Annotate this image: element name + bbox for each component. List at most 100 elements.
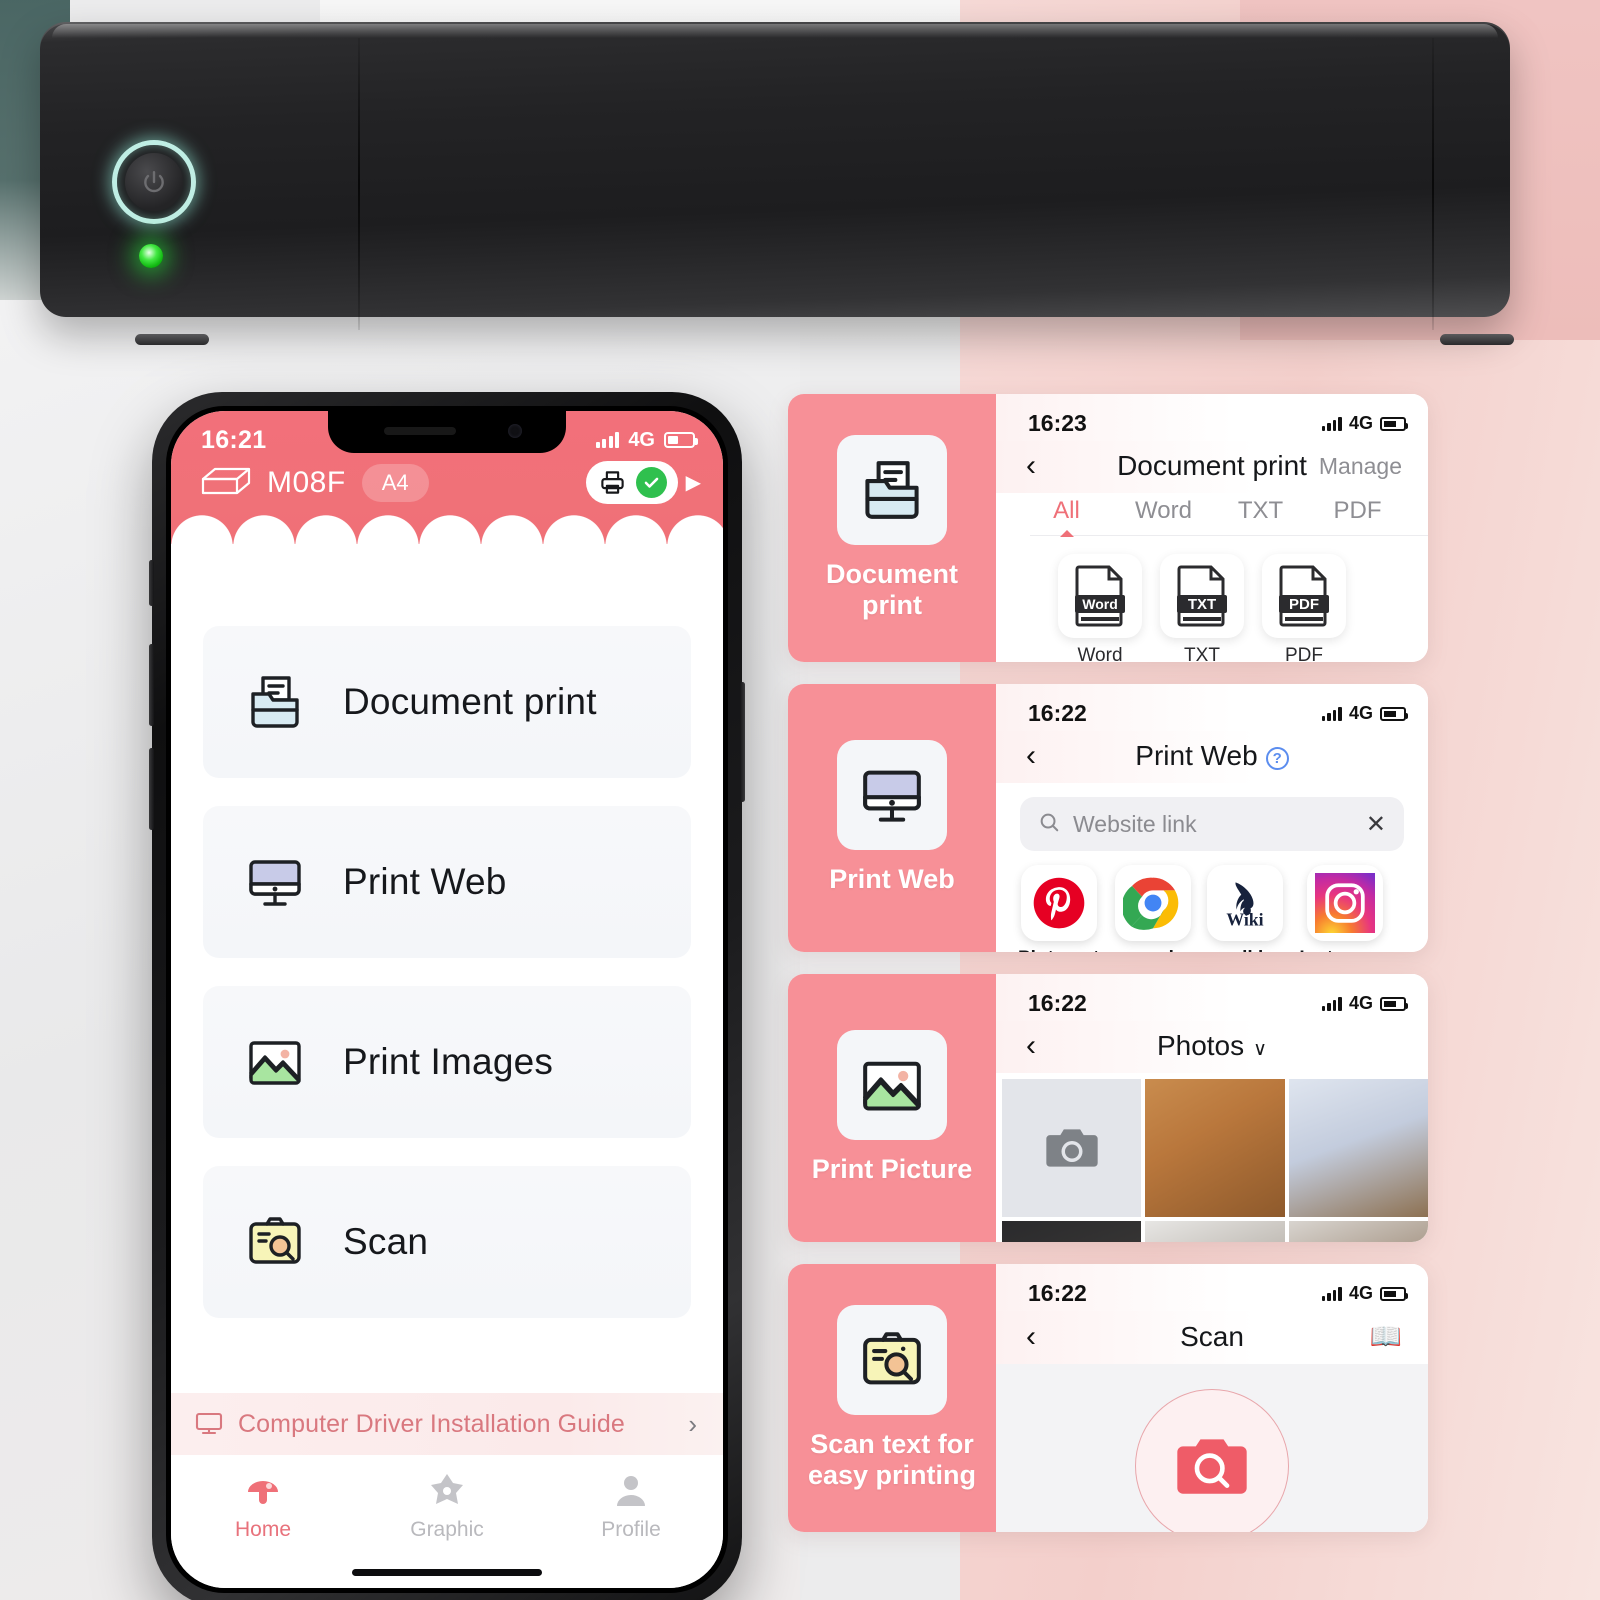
back-button[interactable]: ‹ — [1026, 451, 1056, 481]
photo-thumbnail[interactable] — [1145, 1221, 1285, 1242]
site-shortcut-wiki[interactable]: Wiki wiki — [1207, 865, 1284, 952]
card-print-picture[interactable]: Print Picture 16:22 4G ‹ Photos ∨ — [788, 974, 1428, 1242]
chevron-down-icon[interactable]: ∨ — [1253, 1039, 1267, 1060]
star-icon — [428, 1471, 466, 1509]
feature-cards: Document print 16:23 4G ‹ Document print… — [788, 394, 1428, 1554]
driver-guide-label: Computer Driver Installation Guide — [238, 1409, 625, 1438]
card-caption: Print Web — [829, 864, 955, 895]
mini-indicators: 4G — [1321, 413, 1408, 434]
photo-thumbnail[interactable] — [1288, 1079, 1428, 1217]
chevron-right-icon: › — [688, 1408, 697, 1439]
page-title: Photos ∨ — [996, 1030, 1428, 1062]
printer-seam-right — [1432, 38, 1434, 330]
manage-button[interactable]: Manage — [1319, 453, 1402, 480]
mini-indicators: 4G — [1321, 1283, 1408, 1304]
website-shortcuts: Pinterest google — [996, 851, 1428, 952]
printer-connection-status[interactable] — [585, 461, 678, 504]
back-button[interactable]: ‹ — [1026, 1321, 1056, 1352]
mini-indicators: 4G — [1321, 993, 1408, 1014]
tab-pdf[interactable]: PDF — [1309, 497, 1406, 535]
pinterest-icon — [1020, 865, 1097, 941]
website-link-search[interactable]: Website link ✕ — [1020, 797, 1404, 851]
status-bar-time: 16:21 — [201, 425, 267, 454]
phone-notch — [328, 411, 566, 453]
person-icon — [612, 1471, 650, 1509]
menu-item-label: Print Images — [343, 1041, 554, 1082]
menu-item-print-images[interactable]: Print Images — [203, 986, 691, 1138]
help-icon[interactable]: ? — [1265, 747, 1289, 770]
card-caption-line2: print — [861, 590, 922, 620]
file-item-txt[interactable]: TXT TXT — [1160, 554, 1244, 662]
card-label-panel: Document print — [788, 394, 996, 662]
phone-volume-up-button[interactable] — [149, 644, 154, 726]
driver-guide-bar[interactable]: Computer Driver Installation Guide › — [171, 1393, 723, 1455]
mini-status-bar: 16:22 4G — [996, 684, 1428, 731]
phone-silent-switch[interactable] — [149, 560, 154, 606]
scan-shutter-button[interactable] — [1135, 1389, 1289, 1532]
card-caption-line1: Scan text for — [810, 1428, 974, 1459]
photo-thumbnail[interactable] — [1145, 1079, 1285, 1217]
card-label-panel: Scan text for easy printing — [788, 1264, 996, 1532]
svg-text:Word: Word — [1082, 596, 1118, 612]
card-screenshot: 16:22 4G ‹ Photos ∨ — [996, 974, 1428, 1242]
file-item-word[interactable]: Word Word — [1058, 554, 1142, 662]
mini-time: 16:22 — [1028, 1280, 1087, 1306]
pdf-file-icon: PDF — [1262, 554, 1346, 638]
monitor-icon — [837, 740, 947, 851]
expand-arrow-icon[interactable]: ▶ — [686, 470, 701, 495]
tab-all[interactable]: All — [1018, 497, 1115, 535]
tab-profile[interactable]: Profile — [539, 1471, 723, 1542]
photo-thumbnail[interactable] — [1002, 1221, 1142, 1242]
picture-icon — [837, 1030, 947, 1141]
phone-screen: 16:21 4G M08F A4 ▶ Document print Print … — [171, 411, 723, 1588]
site-shortcut-instagram[interactable]: Instagram — [1299, 865, 1390, 952]
printer-seam-left — [358, 38, 360, 330]
clear-icon[interactable]: ✕ — [1366, 810, 1386, 839]
card-screenshot: 16:22 4G ‹ Print Web? Website link ✕ Wik… — [996, 684, 1428, 952]
tab-home[interactable]: Home — [171, 1471, 355, 1542]
site-label: google — [1122, 948, 1184, 952]
tab-label: Profile — [601, 1518, 661, 1541]
menu-item-print-web[interactable]: Print Web — [203, 806, 691, 958]
tab-label: Home — [234, 1518, 292, 1541]
page-title: Print Web? — [996, 740, 1428, 772]
page-title: Scan — [1180, 1320, 1244, 1352]
mini-time: 16:22 — [1028, 990, 1087, 1016]
back-button[interactable]: ‹ — [1026, 1031, 1056, 1061]
network-label: 4G — [628, 428, 655, 451]
photo-thumbnail[interactable] — [1288, 1221, 1428, 1242]
menu-item-document-print[interactable]: Document print — [203, 626, 691, 778]
site-shortcut-google[interactable]: google — [1115, 865, 1192, 952]
portable-printer-device — [30, 8, 1520, 345]
tab-word[interactable]: Word — [1115, 497, 1212, 535]
device-model-label: M08F — [267, 465, 346, 499]
mini-status-bar: 16:22 4G — [996, 1264, 1428, 1311]
site-shortcut-pinterest[interactable]: Pinterest — [1018, 865, 1099, 952]
site-label: wiki — [1227, 948, 1263, 952]
phone-volume-down-button[interactable] — [149, 748, 154, 830]
paper-size-chip[interactable]: A4 — [361, 463, 429, 502]
card-print-web[interactable]: Print Web 16:22 4G ‹ Print Web? Website … — [788, 684, 1428, 952]
home-menu-list: Document print Print Web Print Images Sc… — [171, 566, 723, 1318]
menu-item-scan[interactable]: Scan — [203, 1166, 691, 1318]
card-document-print[interactable]: Document print 16:23 4G ‹ Document print… — [788, 394, 1428, 662]
tab-txt[interactable]: TXT — [1212, 497, 1309, 535]
card-scan[interactable]: Scan text for easy printing 16:22 4G ‹ S… — [788, 1264, 1428, 1532]
phone-bezel: 16:21 4G M08F A4 ▶ Document print Print … — [166, 406, 728, 1593]
file-item-pdf[interactable]: PDF PDF — [1262, 554, 1346, 662]
mini-time: 16:23 — [1028, 410, 1087, 436]
connected-check-icon — [635, 467, 667, 498]
phone-power-button[interactable] — [740, 682, 745, 802]
back-button[interactable]: ‹ — [1026, 741, 1056, 771]
signal-icon — [1321, 416, 1342, 431]
picture-icon — [241, 1028, 309, 1096]
book-icon[interactable]: 📖 — [1370, 1321, 1402, 1352]
search-icon — [1038, 811, 1060, 838]
battery-icon — [1380, 996, 1408, 1011]
tab-graphic[interactable]: Graphic — [355, 1471, 539, 1542]
file-type-list: Word Word TXT TXT PDF PDF — [996, 536, 1428, 662]
printer-tray-icon — [837, 434, 947, 545]
power-button[interactable] — [112, 140, 196, 224]
camera-capture-tile[interactable] — [1002, 1079, 1142, 1217]
wikipedia-icon: Wiki — [1207, 865, 1284, 941]
